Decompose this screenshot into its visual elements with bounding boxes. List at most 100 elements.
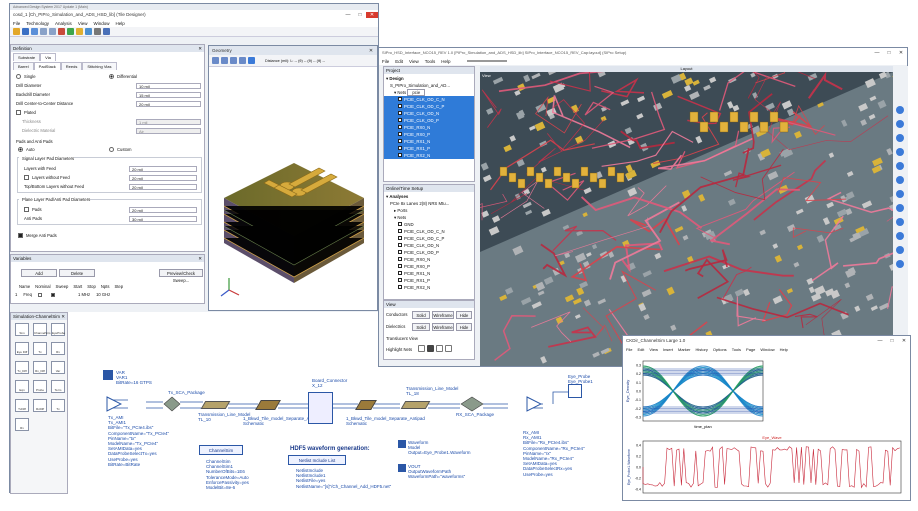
pads-option[interactable]: Pads bbox=[21, 206, 42, 213]
conductors-hide-button[interactable]: Hide bbox=[456, 311, 472, 319]
differential-option[interactable]: Differential bbox=[106, 73, 137, 80]
drill-center-field[interactable]: 20 mil bbox=[136, 101, 201, 107]
pads-field[interactable]: 20 mil bbox=[129, 207, 197, 213]
table-row[interactable]: 1 Freq 1 MHz 10 GHz bbox=[15, 292, 110, 297]
menu-file[interactable]: File bbox=[382, 59, 389, 64]
tab-barrel[interactable]: Barrel bbox=[13, 62, 34, 70]
minimize-icon[interactable]: — bbox=[871, 50, 883, 56]
tree-nets2[interactable]: ▾ Nets bbox=[384, 214, 474, 221]
zoom-slider[interactable] bbox=[466, 60, 507, 62]
view-tool-icon[interactable] bbox=[896, 190, 904, 198]
menu-help[interactable]: Help bbox=[116, 21, 125, 26]
new-icon[interactable] bbox=[13, 28, 20, 35]
tree-nets[interactable]: ▾ Nets pcie bbox=[384, 89, 474, 96]
view-tool-icon[interactable] bbox=[896, 246, 904, 254]
eye-menu-item[interactable]: Marker bbox=[678, 347, 690, 352]
net-item[interactable]: PCIE_RX0_P bbox=[384, 263, 474, 270]
net-item[interactable]: PCIE_CLK_OD_P bbox=[384, 117, 474, 124]
palette-item[interactable]: Eye Diff bbox=[15, 342, 29, 355]
pan-icon[interactable] bbox=[239, 57, 246, 64]
minimize-icon[interactable]: — bbox=[342, 12, 354, 18]
menu-file[interactable]: File bbox=[13, 21, 20, 26]
tree-analyses[interactable]: ▾ Analyses bbox=[384, 193, 474, 200]
tx-package-icon[interactable] bbox=[163, 396, 181, 412]
stop-icon[interactable] bbox=[58, 28, 65, 35]
vout-icon[interactable] bbox=[398, 464, 406, 472]
net-item[interactable]: PCIE_CLK_OD_C_N bbox=[384, 228, 474, 235]
menu-view[interactable]: View bbox=[409, 59, 419, 64]
view-tool-icon[interactable] bbox=[896, 148, 904, 156]
drill-diameter-field[interactable]: 10 mil bbox=[136, 83, 201, 89]
open-icon[interactable] bbox=[22, 28, 29, 35]
channelsim-block[interactable]: ChannelSim bbox=[199, 445, 243, 455]
highlight-1-icon[interactable] bbox=[418, 345, 425, 352]
single-option[interactable]: Single bbox=[13, 73, 36, 80]
palette-item[interactable]: Rx_Diff bbox=[33, 361, 47, 374]
tab-via[interactable]: Via bbox=[40, 53, 56, 61]
tab-padstack[interactable]: PadStack bbox=[33, 62, 61, 70]
add-button[interactable]: Add bbox=[21, 269, 57, 277]
tab-reeds[interactable]: Reeds bbox=[60, 62, 83, 70]
view-tool-icon[interactable] bbox=[896, 176, 904, 184]
net-item[interactable]: PCIE_CLK_OD_C_N bbox=[384, 96, 474, 103]
dielectric-select[interactable]: Air bbox=[136, 128, 201, 134]
single-radio[interactable] bbox=[16, 74, 21, 79]
plated-checkbox[interactable] bbox=[16, 110, 21, 115]
menu-analysis[interactable]: Analysis bbox=[55, 21, 72, 26]
select-icon[interactable] bbox=[212, 57, 219, 64]
board-connector-icon[interactable] bbox=[308, 392, 333, 424]
maximize-icon[interactable]: □ bbox=[886, 338, 898, 344]
net-item[interactable]: PCIE_RX2_N bbox=[384, 284, 474, 291]
close-icon[interactable]: ✕ bbox=[365, 48, 377, 54]
dielectrics-wireframe-button[interactable]: Wireframe bbox=[432, 323, 454, 331]
eye-menu-item[interactable]: View bbox=[649, 347, 658, 352]
close-icon[interactable]: ✕ bbox=[898, 338, 910, 344]
maximize-icon[interactable]: □ bbox=[354, 12, 366, 18]
eye-menu-item[interactable]: Options bbox=[713, 347, 727, 352]
folder-icon[interactable] bbox=[76, 28, 83, 35]
menu-edit[interactable]: Edit bbox=[395, 59, 403, 64]
undo-icon[interactable] bbox=[40, 28, 47, 35]
palette-item[interactable]: ChannelSim bbox=[33, 323, 50, 336]
palette-item[interactable]: Tx bbox=[51, 399, 65, 412]
net-item[interactable]: PCIE_RX1_N bbox=[384, 270, 474, 277]
differential-radio[interactable] bbox=[109, 74, 114, 79]
custom-option[interactable]: Custom bbox=[106, 146, 131, 153]
view-tool-icon[interactable] bbox=[896, 134, 904, 142]
palette-item[interactable]: RxDiff bbox=[33, 399, 47, 412]
eye-menu-item[interactable]: History bbox=[695, 347, 707, 352]
palette-item[interactable]: Tx_Diff bbox=[15, 361, 29, 374]
maximize-icon[interactable]: □ bbox=[883, 50, 895, 56]
var-start[interactable]: 1 MHz bbox=[78, 292, 90, 297]
thickness-field[interactable]: 1 mil bbox=[136, 119, 201, 125]
preview-sweep-button[interactable]: Preview/Check Sweep... bbox=[159, 269, 203, 283]
view-tool-icon[interactable] bbox=[896, 218, 904, 226]
view-tool-icon[interactable] bbox=[896, 120, 904, 128]
dielectrics-solid-button[interactable]: Solid bbox=[412, 323, 430, 331]
backdrill-field[interactable]: 15 mil bbox=[136, 92, 201, 98]
fit-icon[interactable] bbox=[248, 57, 255, 64]
minimize-icon[interactable]: — bbox=[874, 338, 886, 344]
net-item[interactable]: PCIE_CLK_OD_P bbox=[384, 249, 474, 256]
highlight-2-icon[interactable] bbox=[427, 345, 434, 352]
menu-tools[interactable]: Tools bbox=[425, 59, 436, 64]
eye-menu-item[interactable]: Edit bbox=[637, 347, 644, 352]
close-icon[interactable]: ✕ bbox=[895, 50, 907, 56]
layers-without-feed-checkbox[interactable] bbox=[24, 175, 29, 180]
waveform-icon[interactable] bbox=[398, 440, 406, 448]
via-3d-view[interactable] bbox=[209, 68, 377, 308]
highlight-3-icon[interactable] bbox=[436, 345, 443, 352]
palette-item[interactable]: Var bbox=[51, 361, 65, 374]
view-tool-icon[interactable] bbox=[896, 232, 904, 240]
eye-menu-item[interactable]: Tools bbox=[732, 347, 741, 352]
menu-help[interactable]: Help bbox=[441, 59, 450, 64]
net-item[interactable]: PCIE_CLK_OD_N bbox=[384, 242, 474, 249]
palette-item[interactable]: EyeProbe bbox=[51, 323, 65, 336]
close-icon[interactable]: ✕ bbox=[198, 256, 202, 262]
highlight-4-icon[interactable] bbox=[445, 345, 452, 352]
net-item[interactable]: PCIE_RX0_N bbox=[384, 256, 474, 263]
menu-window[interactable]: Window bbox=[94, 21, 110, 26]
var-icon[interactable] bbox=[103, 370, 113, 380]
tab-stitching-vias[interactable]: Stitching Vias bbox=[82, 62, 117, 70]
layers-without-feed-option[interactable]: Layers without Feed bbox=[21, 174, 70, 181]
